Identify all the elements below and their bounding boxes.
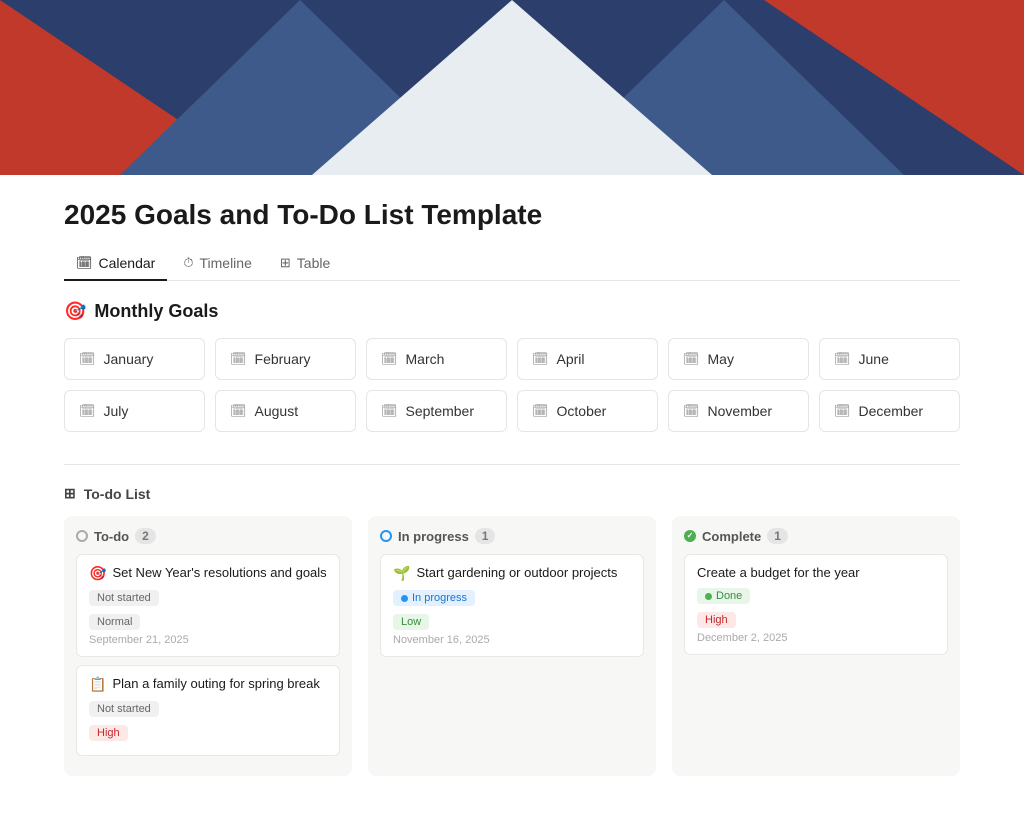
status-badge: In progress [393, 590, 475, 606]
month-card-march[interactable]: 🗓 March [366, 338, 507, 380]
month-label: June [859, 351, 889, 367]
month-label: April [557, 351, 585, 367]
card-title: 🎯 Set New Year's resolutions and goals [89, 565, 327, 582]
month-label: October [557, 403, 607, 419]
month-card-october[interactable]: 🗓 October [517, 390, 658, 432]
status-icon-outline [76, 530, 88, 542]
month-icon: 🗓 [834, 403, 851, 419]
hero-banner [0, 0, 1024, 175]
month-icon: 🗓 [381, 403, 398, 419]
month-icon: 🗓 [532, 351, 549, 367]
month-label: May [708, 351, 734, 367]
kanban-board: To-do 2 🎯 Set New Year's resolutions and… [64, 516, 960, 776]
month-label: February [255, 351, 311, 367]
month-label: September [406, 403, 474, 419]
priority-badge: Normal [89, 614, 140, 630]
kanban-column-header-todo: To-do 2 [76, 528, 340, 544]
tab-table[interactable]: ⊞ Table [268, 247, 342, 281]
todo-section-heading: ⊞ To-do List [64, 485, 960, 502]
kanban-card[interactable]: Create a budget for the year Done High D… [684, 554, 948, 655]
card-date: September 21, 2025 [89, 634, 327, 646]
month-icon: 🗓 [381, 351, 398, 367]
kanban-count: 2 [135, 528, 156, 544]
status-badge: Not started [89, 590, 159, 606]
table-tab-icon: ⊞ [280, 255, 291, 271]
kanban-column-label: To-do [94, 529, 129, 544]
card-date: December 2, 2025 [697, 632, 935, 644]
card-badges: In progress [393, 590, 631, 610]
todo-icon: ⊞ [64, 485, 76, 502]
priority-badge: High [89, 725, 128, 741]
page-title: 2025 Goals and To-Do List Template [64, 199, 960, 231]
month-icon: 🗓 [532, 403, 549, 419]
priority-badge: High [697, 612, 736, 628]
card-emoji: 🌱 [393, 565, 410, 582]
tab-timeline[interactable]: ⏱ Timeline [171, 247, 264, 281]
status-icon-complete: ✓ [684, 530, 696, 542]
card-emoji: 🎯 [89, 565, 106, 582]
timeline-tab-icon: ⏱ [183, 255, 193, 271]
month-label: November [708, 403, 773, 419]
month-icon: 🗓 [683, 351, 700, 367]
card-emoji: 📋 [89, 676, 106, 693]
kanban-count: 1 [475, 528, 496, 544]
tabs-bar: 🗓 Calendar ⏱ Timeline ⊞ Table [64, 247, 960, 281]
priority-row: Low [393, 614, 631, 630]
kanban-card[interactable]: 🌱 Start gardening or outdoor projects In… [380, 554, 644, 657]
kanban-column-header-complete: ✓ Complete 1 [684, 528, 948, 544]
priority-row: Normal [89, 614, 327, 630]
month-card-june[interactable]: 🗓 June [819, 338, 960, 380]
card-title: 📋 Plan a family outing for spring break [89, 676, 327, 693]
card-badges: Not started [89, 590, 327, 610]
status-badge: Not started [89, 701, 159, 717]
monthly-goals-emoji: 🎯 [64, 301, 86, 322]
hero-triangle-center [312, 0, 712, 175]
monthly-goals-grid: 🗓 January 🗓 February 🗓 March 🗓 April 🗓 M… [64, 338, 960, 432]
kanban-column-header-in_progress: In progress 1 [380, 528, 644, 544]
kanban-column-in_progress: In progress 1 🌱 Start gardening or outdo… [368, 516, 656, 776]
kanban-card[interactable]: 📋 Plan a family outing for spring break … [76, 665, 340, 756]
month-icon: 🗓 [79, 403, 96, 419]
kanban-column-label: Complete [702, 529, 761, 544]
card-title: Create a budget for the year [697, 565, 935, 580]
month-label: July [104, 403, 129, 419]
kanban-column-label: In progress [398, 529, 469, 544]
monthly-goals-heading: 🎯 Monthly Goals [64, 301, 960, 322]
status-icon-progress [380, 530, 392, 542]
month-card-july[interactable]: 🗓 July [64, 390, 205, 432]
card-badges: Done [697, 588, 935, 608]
month-card-december[interactable]: 🗓 December [819, 390, 960, 432]
month-icon: 🗓 [79, 351, 96, 367]
month-icon: 🗓 [230, 403, 247, 419]
card-badges: Not started [89, 701, 327, 721]
priority-row: High [697, 612, 935, 628]
card-date: November 16, 2025 [393, 634, 631, 646]
priority-badge: Low [393, 614, 429, 630]
section-divider [64, 464, 960, 465]
status-badge: Done [697, 588, 750, 604]
calendar-tab-icon: 🗓 [76, 255, 93, 271]
month-label: March [406, 351, 445, 367]
month-label: August [255, 403, 299, 419]
month-card-january[interactable]: 🗓 January [64, 338, 205, 380]
priority-row: High [89, 725, 327, 741]
month-icon: 🗓 [230, 351, 247, 367]
month-card-february[interactable]: 🗓 February [215, 338, 356, 380]
month-icon: 🗓 [834, 351, 851, 367]
month-card-may[interactable]: 🗓 May [668, 338, 809, 380]
month-label: December [859, 403, 924, 419]
month-card-september[interactable]: 🗓 September [366, 390, 507, 432]
kanban-count: 1 [767, 528, 788, 544]
month-card-april[interactable]: 🗓 April [517, 338, 658, 380]
month-card-august[interactable]: 🗓 August [215, 390, 356, 432]
tab-calendar[interactable]: 🗓 Calendar [64, 247, 167, 281]
card-title: 🌱 Start gardening or outdoor projects [393, 565, 631, 582]
month-icon: 🗓 [683, 403, 700, 419]
kanban-column-complete: ✓ Complete 1 Create a budget for the yea… [672, 516, 960, 776]
kanban-card[interactable]: 🎯 Set New Year's resolutions and goals N… [76, 554, 340, 657]
month-card-november[interactable]: 🗓 November [668, 390, 809, 432]
kanban-column-todo: To-do 2 🎯 Set New Year's resolutions and… [64, 516, 352, 776]
month-label: January [104, 351, 154, 367]
